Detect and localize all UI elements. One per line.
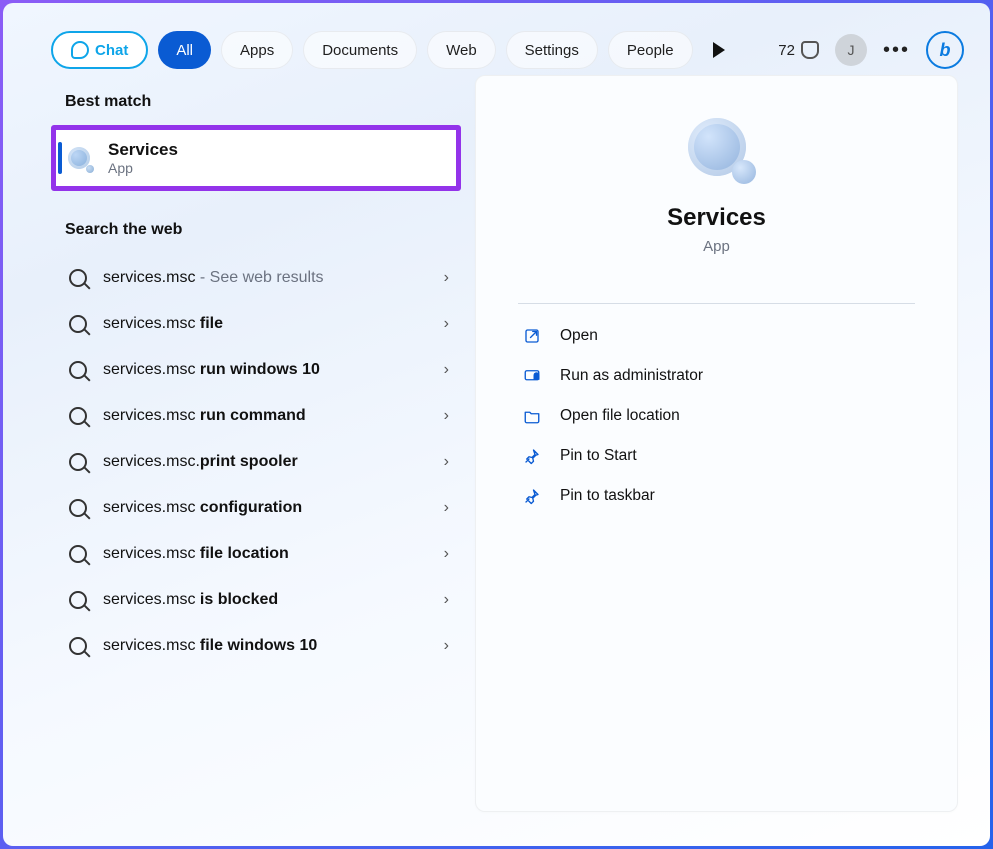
web-result-row[interactable]: services.msc file windows 10 › — [51, 623, 461, 669]
chat-tab[interactable]: Chat — [51, 31, 148, 69]
action-pin-to-start[interactable]: Pin to Start — [518, 436, 915, 476]
filter-tab-web[interactable]: Web — [427, 31, 496, 69]
preview-panel: Services App OpenRun as administratorOpe… — [475, 75, 958, 812]
web-result-row[interactable]: services.msc file › — [51, 301, 461, 347]
best-match-header: Best match — [51, 75, 461, 121]
chat-bubble-icon — [71, 41, 89, 59]
bing-b-icon: b — [940, 40, 951, 61]
folder-icon — [522, 406, 542, 426]
shield-icon — [522, 366, 542, 386]
user-avatar[interactable]: J — [835, 34, 867, 66]
best-match-subtitle: App — [108, 160, 178, 176]
more-options-icon[interactable]: ••• — [883, 39, 910, 62]
action-label: Run as administrator — [560, 367, 703, 385]
action-label: Pin to Start — [560, 447, 637, 465]
web-result-row[interactable]: services.msc is blocked › — [51, 577, 461, 623]
search-icon — [69, 637, 87, 655]
web-result-row[interactable]: services.msc run command › — [51, 393, 461, 439]
filter-tab-label: Web — [446, 42, 477, 59]
filter-tab-settings[interactable]: Settings — [506, 31, 598, 69]
medal-icon — [801, 41, 819, 59]
filters-topbar: Chat All Apps Documents Web Settings Peo… — [3, 3, 990, 75]
services-gear-icon — [64, 143, 94, 173]
search-icon — [69, 269, 87, 287]
chevron-right-icon: › — [444, 637, 449, 655]
search-icon — [69, 361, 87, 379]
search-icon — [69, 315, 87, 333]
pin-icon — [522, 446, 542, 466]
action-label: Open — [560, 327, 598, 345]
results-column: Best match Services App Search the web s… — [51, 75, 461, 812]
web-result-text: services.msc configuration — [103, 499, 428, 517]
search-icon — [69, 499, 87, 517]
points-value: 72 — [778, 42, 795, 59]
chevron-right-icon: › — [444, 591, 449, 609]
open-icon — [522, 326, 542, 346]
action-open-file-location[interactable]: Open file location — [518, 396, 915, 436]
web-result-text: services.msc file windows 10 — [103, 637, 428, 655]
action-open[interactable]: Open — [518, 316, 915, 356]
filter-tab-label: Documents — [322, 42, 398, 59]
filter-tab-label: People — [627, 42, 674, 59]
web-result-text: services.msc is blocked — [103, 591, 428, 609]
chevron-right-icon: › — [444, 499, 449, 517]
filter-tab-documents[interactable]: Documents — [303, 31, 417, 69]
actions-list: Open Run as administrator Open file locati… — [518, 316, 915, 516]
web-result-text: services.msc - See web results — [103, 269, 428, 287]
chat-tab-label: Chat — [95, 42, 128, 59]
preview-title: Services — [667, 204, 766, 232]
action-label: Open file location — [560, 407, 680, 425]
panel-divider — [518, 303, 915, 304]
search-window: Chat All Apps Documents Web Settings Peo… — [3, 3, 990, 846]
search-icon — [69, 591, 87, 609]
action-run-as-administrator[interactable]: Run as administrator — [518, 356, 915, 396]
web-result-text: services.msc run command — [103, 407, 428, 425]
web-result-row[interactable]: services.msc configuration › — [51, 485, 461, 531]
topbar-right-cluster: 72 J ••• b — [778, 31, 964, 69]
scroll-right-arrow-icon[interactable] — [713, 42, 725, 58]
preview-subtitle: App — [703, 238, 730, 255]
services-gear-icon — [688, 118, 746, 176]
web-result-row[interactable]: services.msc.print spooler › — [51, 439, 461, 485]
action-label: Pin to taskbar — [560, 487, 655, 505]
best-match-result[interactable]: Services App — [51, 125, 461, 191]
filter-tab-apps[interactable]: Apps — [221, 31, 293, 69]
filter-tab-label: All — [176, 42, 193, 59]
filter-tab-label: Settings — [525, 42, 579, 59]
web-result-text: services.msc run windows 10 — [103, 361, 428, 379]
search-icon — [69, 545, 87, 563]
chevron-right-icon: › — [444, 407, 449, 425]
filter-tab-label: Apps — [240, 42, 274, 59]
web-result-text: services.msc file location — [103, 545, 428, 563]
search-web-header: Search the web — [51, 199, 461, 249]
web-result-row[interactable]: services.msc - See web results › — [51, 255, 461, 301]
web-results-list: services.msc - See web results›services.… — [51, 249, 461, 669]
chevron-right-icon: › — [444, 269, 449, 287]
filter-tab-people[interactable]: People — [608, 31, 693, 69]
pin-icon — [522, 486, 542, 506]
avatar-initial: J — [847, 42, 854, 58]
rewards-points[interactable]: 72 — [778, 41, 819, 59]
web-result-row[interactable]: services.msc run windows 10 › — [51, 347, 461, 393]
search-icon — [69, 407, 87, 425]
chevron-right-icon: › — [444, 361, 449, 379]
filter-tab-all[interactable]: All — [158, 31, 211, 69]
web-result-row[interactable]: services.msc file location › — [51, 531, 461, 577]
action-pin-to-taskbar[interactable]: Pin to taskbar — [518, 476, 915, 516]
bing-button[interactable]: b — [926, 31, 964, 69]
best-match-title: Services — [108, 140, 178, 160]
chevron-right-icon: › — [444, 453, 449, 471]
web-result-text: services.msc.print spooler — [103, 453, 428, 471]
chevron-right-icon: › — [444, 315, 449, 333]
web-result-text: services.msc file — [103, 315, 428, 333]
search-icon — [69, 453, 87, 471]
chevron-right-icon: › — [444, 545, 449, 563]
